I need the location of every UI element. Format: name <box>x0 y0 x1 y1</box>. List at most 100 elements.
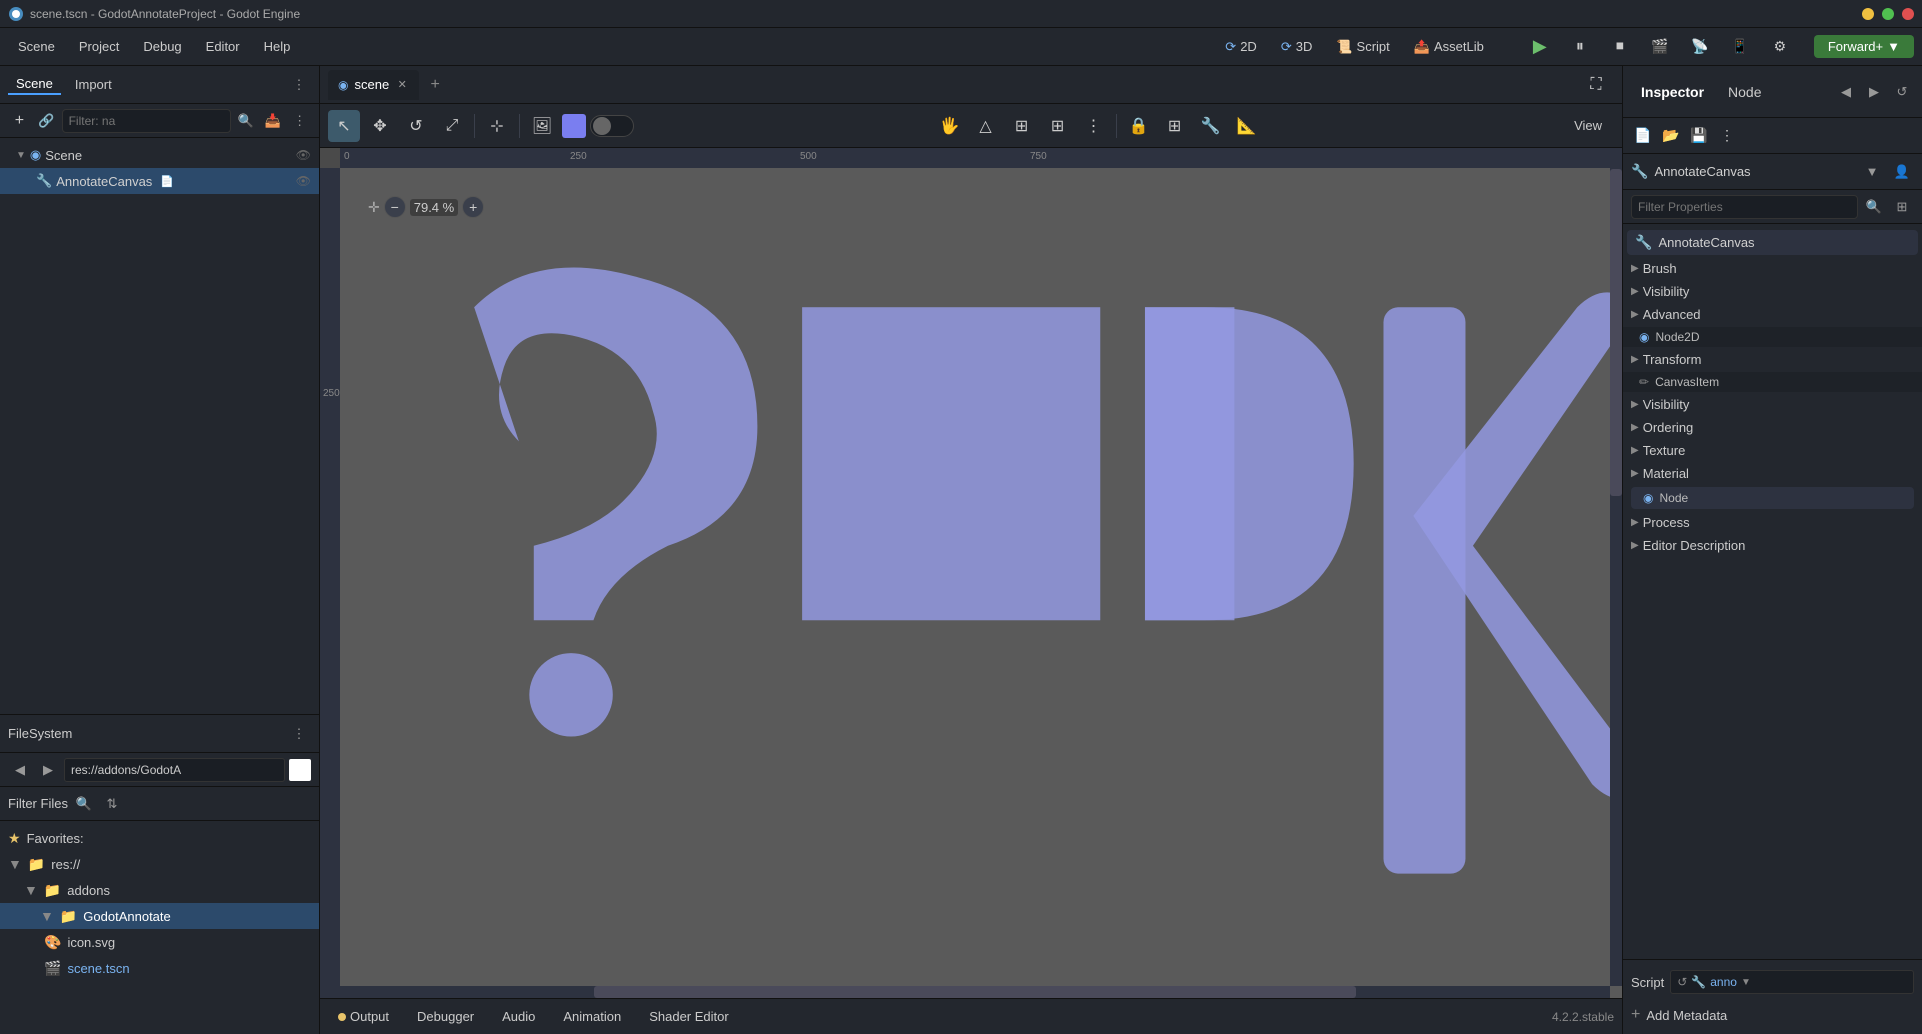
ic-node-sub[interactable]: ◉ Node <box>1631 487 1914 509</box>
inspector-refresh-btn[interactable]: ↺ <box>1890 80 1914 104</box>
ic-section-ordering[interactable]: ▶ Ordering <box>1623 416 1922 439</box>
mode-2d-btn[interactable]: ⟳ 2D <box>1215 35 1267 59</box>
tree-item-annotate-canvas[interactable]: 🔧 AnnotateCanvas 📄 👁 <box>0 168 319 194</box>
maximize-btn[interactable] <box>1882 8 1894 20</box>
grid2-btn[interactable]: ⊞ <box>1159 110 1191 142</box>
pause-btn[interactable]: ⏸ <box>1562 29 1598 65</box>
select-tool-btn[interactable]: ↖ <box>328 110 360 142</box>
remote-debug-btn[interactable]: 📡 <box>1682 29 1718 65</box>
tab-scene[interactable]: Scene <box>8 74 61 95</box>
ic-subsection-canvasitem[interactable]: ✏ CanvasItem <box>1623 372 1922 392</box>
tab-node[interactable]: Node <box>1718 80 1771 104</box>
transform-btn[interactable]: ⊹ <box>481 110 513 142</box>
menu-scene[interactable]: Scene <box>8 35 65 58</box>
inspector-next-btn[interactable]: ▶ <box>1862 80 1886 104</box>
bottom-tab-audio[interactable]: Audio <box>492 1005 545 1028</box>
menu-project[interactable]: Project <box>69 35 129 58</box>
fs-sort-btn[interactable]: ⇅ <box>100 792 124 816</box>
horizontal-scrollbar[interactable] <box>340 986 1610 998</box>
more-options-btn[interactable]: ⋮ <box>1078 110 1110 142</box>
ic-section-visibility-1[interactable]: ▶ Visibility <box>1623 280 1922 303</box>
vertical-scrollbar[interactable] <box>1610 168 1622 986</box>
settings-btn[interactable]: ⚙ <box>1762 29 1798 65</box>
ic-section-brush[interactable]: ▶ Brush <box>1623 257 1922 280</box>
grid-options-btn[interactable]: ⊞ <box>1042 110 1074 142</box>
fs-favorites[interactable]: ★ Favorites: <box>0 825 319 851</box>
bottom-tab-debugger[interactable]: Debugger <box>407 1005 484 1028</box>
color-picker[interactable] <box>562 114 586 138</box>
search-icon[interactable]: 🔍 <box>235 109 258 133</box>
inspector-filter-input[interactable] <box>1631 195 1858 219</box>
move-tool-btn[interactable]: ✥ <box>364 110 396 142</box>
view-btn[interactable]: View <box>1562 114 1614 137</box>
mode-assetlib-btn[interactable]: 📤 AssetLib <box>1404 35 1494 59</box>
mode-toggle[interactable] <box>590 115 634 137</box>
visibility-eye-canvas[interactable]: 👁 <box>296 174 311 188</box>
ic-section-process[interactable]: ▶ Process <box>1623 511 1922 534</box>
forward-plus-btn[interactable]: Forward+ ▼ <box>1814 35 1914 58</box>
fs-search-icon[interactable]: 🔍 <box>72 792 96 816</box>
hand-tool-btn[interactable]: 🖐 <box>934 110 966 142</box>
snap-btn[interactable]: △ <box>970 110 1002 142</box>
fs-forward-btn[interactable]: ▶ <box>36 758 60 782</box>
rotate-tool-btn[interactable]: ↺ <box>400 110 432 142</box>
deploy-btn[interactable]: 📱 <box>1722 29 1758 65</box>
menu-help[interactable]: Help <box>254 35 301 58</box>
script-value[interactable]: ↺ 🔧 anno ▼ <box>1670 970 1914 994</box>
scrollbar-thumb-h[interactable] <box>594 986 1356 998</box>
new-tab-btn[interactable]: + <box>423 73 447 97</box>
add-node-btn[interactable]: + <box>8 109 31 133</box>
scrollbar-thumb-v[interactable] <box>1610 169 1622 496</box>
fs-icon-svg[interactable]: 🎨 icon.svg <box>0 929 319 955</box>
pipette-btn[interactable]: 🔧 <box>1195 110 1227 142</box>
stamp-btn[interactable]: 📐 <box>1231 110 1263 142</box>
menu-debug[interactable]: Debug <box>133 35 191 58</box>
fullscreen-btn[interactable]: ⛶ <box>1578 67 1614 103</box>
scene-filter-input[interactable] <box>62 109 231 133</box>
ic-section-transform[interactable]: ▶ Transform <box>1623 348 1922 371</box>
new-scene-btn[interactable]: 📄 <box>1631 124 1655 148</box>
bottom-tab-animation[interactable]: Animation <box>553 1005 631 1028</box>
add-metadata-row[interactable]: + Add Metadata <box>1631 1002 1914 1028</box>
more-btn[interactable]: ⋮ <box>1715 124 1739 148</box>
grid-btn[interactable]: ⊞ <box>1006 110 1038 142</box>
ic-section-material[interactable]: ▶ Material <box>1623 462 1922 485</box>
link-btn[interactable]: 🔗 <box>35 109 58 133</box>
movie-btn[interactable]: 🎬 <box>1642 29 1678 65</box>
image-btn[interactable]: 🖼 <box>526 110 558 142</box>
menu-editor[interactable]: Editor <box>196 35 250 58</box>
minimize-btn[interactable] <box>1862 8 1874 20</box>
ic-section-advanced[interactable]: ▶ Advanced <box>1623 303 1922 326</box>
scene-import-btn[interactable]: 📥 <box>261 109 284 133</box>
inspector-prev-btn[interactable]: ◀ <box>1834 80 1858 104</box>
visibility-eye-root[interactable]: 👁 <box>296 148 311 162</box>
filter-search-icon[interactable]: 🔍 <box>1862 195 1886 219</box>
scene-tab-close[interactable]: ✕ <box>395 78 409 92</box>
tab-import[interactable]: Import <box>67 75 120 94</box>
editor-tab-scene[interactable]: ◉ scene ✕ <box>328 70 419 100</box>
fs-scene-tscn[interactable]: 🎬 scene.tscn <box>0 955 319 981</box>
mode-3d-btn[interactable]: ⟳ 3D <box>1271 35 1323 59</box>
node-settings-btn[interactable]: 👤 <box>1890 160 1914 184</box>
fs-res-root[interactable]: ▼ 📁 res:// <box>0 851 319 877</box>
close-btn[interactable] <box>1902 8 1914 20</box>
node-dropdown-btn[interactable]: ▼ <box>1860 160 1884 184</box>
open-file-btn[interactable]: 📂 <box>1659 124 1683 148</box>
zoom-out-btn[interactable]: − <box>384 196 406 218</box>
mode-script-btn[interactable]: 📜 Script <box>1326 35 1399 59</box>
play-btn[interactable]: ▶ <box>1522 29 1558 65</box>
ic-section-texture[interactable]: ▶ Texture <box>1623 439 1922 462</box>
tree-item-scene-root[interactable]: ▼ ◉ Scene 👁 <box>0 142 319 168</box>
bottom-tab-shader[interactable]: Shader Editor <box>639 1005 739 1028</box>
fs-godot-annotate[interactable]: ▼ 📁 GodotAnnotate <box>0 903 319 929</box>
ic-section-visibility-2[interactable]: ▶ Visibility <box>1623 393 1922 416</box>
scene-more-btn[interactable]: ⋮ <box>287 73 311 97</box>
filesystem-more-btn[interactable]: ⋮ <box>287 722 311 746</box>
zoom-in-btn[interactable]: + <box>462 196 484 218</box>
ic-annotate-canvas-node[interactable]: 🔧 AnnotateCanvas <box>1627 230 1918 255</box>
save-btn[interactable]: 💾 <box>1687 124 1711 148</box>
lock-btn[interactable]: 🔒 <box>1123 110 1155 142</box>
scale-tool-btn[interactable]: ⤢ <box>436 110 468 142</box>
bottom-tab-output[interactable]: Output <box>328 1005 399 1028</box>
ic-section-editor-description[interactable]: ▶ Editor Description <box>1623 534 1922 557</box>
